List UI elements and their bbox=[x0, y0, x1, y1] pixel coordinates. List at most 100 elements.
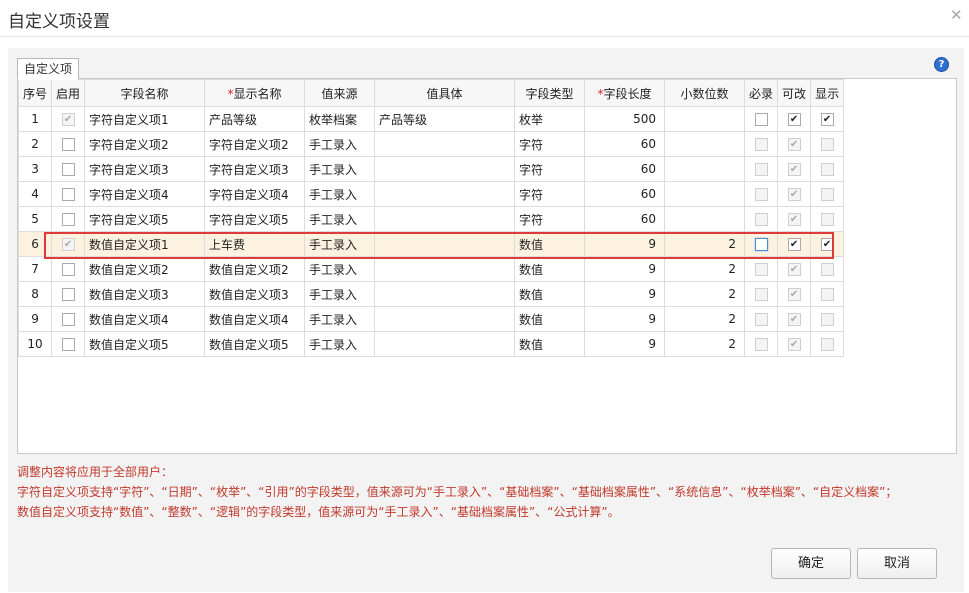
enabled-checkbox[interactable] bbox=[61, 313, 75, 326]
visible-checkbox[interactable] bbox=[820, 113, 834, 126]
visible-checkbox bbox=[820, 338, 834, 351]
visible-cell bbox=[810, 131, 845, 157]
editable-checkbox[interactable] bbox=[787, 238, 801, 251]
required-cell bbox=[744, 306, 779, 332]
cell-field-type: 数值 bbox=[514, 306, 586, 332]
required-cell bbox=[744, 281, 779, 307]
cell-seq: 3 bbox=[17, 156, 53, 182]
cell-value-detail bbox=[374, 281, 516, 307]
required-checkbox[interactable] bbox=[754, 113, 768, 126]
enabled-cell bbox=[51, 181, 86, 207]
cell-display-name: 数值自定义项5 bbox=[204, 331, 306, 357]
table-row[interactable]: 9 数值自定义项4 数值自定义项4 手工录入 数值 9 2 bbox=[17, 306, 845, 332]
table-row[interactable]: 4 字符自定义项4 字符自定义项4 手工录入 字符 60 bbox=[17, 181, 845, 207]
cell-value-detail bbox=[374, 131, 516, 157]
required-checkbox bbox=[754, 338, 768, 351]
cell-value-source: 手工录入 bbox=[304, 131, 376, 157]
cell-seq: 10 bbox=[17, 331, 53, 357]
cell-field-type: 数值 bbox=[514, 256, 586, 282]
cell-field-length: 60 bbox=[584, 206, 666, 232]
enabled-checkbox[interactable] bbox=[61, 288, 75, 301]
visible-cell bbox=[810, 206, 845, 232]
table-row[interactable]: 3 字符自定义项3 字符自定义项3 手工录入 字符 60 bbox=[17, 156, 845, 182]
note-line: 字符自定义项支持“字符”、“日期”、“枚举”、“引用”的字段类型，值来源可为“手… bbox=[17, 485, 898, 499]
table-row[interactable]: 2 字符自定义项2 字符自定义项2 手工录入 字符 60 bbox=[17, 131, 845, 157]
editable-cell bbox=[777, 331, 812, 357]
cell-field-type: 数值 bbox=[514, 231, 586, 257]
cell-display-name: 字符自定义项2 bbox=[204, 131, 306, 157]
cell-field-length: 9 bbox=[584, 281, 666, 307]
cell-field-length: 60 bbox=[584, 131, 666, 157]
cell-field-name: 数值自定义项2 bbox=[84, 256, 206, 282]
editable-checkbox[interactable] bbox=[787, 113, 801, 126]
editable-cell bbox=[777, 206, 812, 232]
visible-checkbox bbox=[820, 288, 834, 301]
required-cell bbox=[744, 256, 779, 282]
dialog-titlebar: 自定义项设置 ✕ bbox=[0, 0, 969, 37]
editable-checkbox bbox=[787, 338, 801, 351]
enabled-checkbox[interactable] bbox=[61, 138, 75, 151]
enabled-checkbox[interactable] bbox=[61, 338, 75, 351]
cell-value-detail bbox=[374, 256, 516, 282]
editable-checkbox bbox=[787, 288, 801, 301]
visible-cell bbox=[810, 306, 845, 332]
table-row[interactable]: 6 数值自定义项1上车费手工录入 数值92 bbox=[17, 231, 845, 257]
note-line: 数值自定义项支持“数值”、“整数”、“逻辑”的字段类型，值来源可为“手工录入”、… bbox=[17, 505, 620, 519]
enabled-checkbox bbox=[61, 238, 75, 251]
visible-checkbox[interactable] bbox=[820, 238, 834, 251]
cell-value-source: 手工录入 bbox=[304, 331, 376, 357]
enabled-checkbox[interactable] bbox=[61, 213, 75, 226]
editable-checkbox bbox=[787, 313, 801, 326]
col-header-editable: 可改 bbox=[777, 79, 812, 107]
enabled-cell bbox=[51, 306, 86, 332]
cell-decimals: 2 bbox=[664, 256, 746, 282]
cell-value-detail bbox=[374, 181, 516, 207]
enabled-cell bbox=[51, 331, 86, 357]
enabled-checkbox[interactable] bbox=[61, 263, 75, 276]
enabled-cell bbox=[51, 256, 86, 282]
enabled-checkbox[interactable] bbox=[61, 163, 75, 176]
required-checkbox bbox=[754, 163, 768, 176]
col-header-decimals: 小数位数 bbox=[664, 79, 746, 107]
col-header-display-name-label: 显示名称 bbox=[233, 86, 282, 101]
cell-field-length: 9 bbox=[584, 331, 666, 357]
col-header-field-length-label: 字段长度 bbox=[603, 86, 652, 101]
help-icon[interactable]: ? bbox=[934, 57, 949, 72]
table-row[interactable]: 1字符自定义项1产品等级枚举档案产品等级枚举500 bbox=[17, 106, 845, 132]
table-row[interactable]: 7 数值自定义项2 数值自定义项2 手工录入 数值 9 2 bbox=[17, 256, 845, 282]
required-cell bbox=[744, 181, 779, 207]
required-cell bbox=[744, 156, 779, 182]
table-row[interactable]: 10 数值自定义项5 数值自定义项5 手工录入 数值 9 2 bbox=[17, 331, 845, 357]
cell-field-type: 字符 bbox=[514, 206, 586, 232]
editable-cell bbox=[777, 131, 812, 157]
cell-seq: 1 bbox=[17, 106, 53, 132]
cell-display-name: 字符自定义项4 bbox=[204, 181, 306, 207]
enabled-checkbox bbox=[61, 113, 75, 126]
tab-custom-items[interactable]: 自定义项 bbox=[17, 58, 80, 80]
ok-button[interactable]: 确定 bbox=[771, 548, 851, 579]
cell-decimals: 2 bbox=[664, 331, 746, 357]
cell-decimals: 2 bbox=[664, 231, 746, 257]
col-header-visible: 显示 bbox=[810, 79, 845, 107]
editable-checkbox bbox=[787, 138, 801, 151]
cell-field-name: 字符自定义项2 bbox=[84, 131, 206, 157]
required-checkbox[interactable] bbox=[754, 238, 768, 251]
cell-field-type: 枚举 bbox=[514, 106, 586, 132]
editable-cell bbox=[777, 156, 812, 182]
editable-checkbox bbox=[787, 188, 801, 201]
cancel-button[interactable]: 取消 bbox=[857, 548, 937, 579]
cell-value-source: 手工录入 bbox=[304, 231, 376, 257]
cell-value-detail bbox=[374, 206, 516, 232]
visible-cell bbox=[810, 106, 845, 132]
table-row[interactable]: 8 数值自定义项3 数值自定义项3 手工录入 数值 9 2 bbox=[17, 281, 845, 307]
close-icon[interactable]: ✕ bbox=[950, 6, 963, 24]
cell-value-detail bbox=[374, 306, 516, 332]
enabled-checkbox[interactable] bbox=[61, 188, 75, 201]
cell-seq: 7 bbox=[17, 256, 53, 282]
notes: 调整内容将应用于全部用户： 字符自定义项支持“字符”、“日期”、“枚举”、“引用… bbox=[17, 462, 957, 522]
cell-seq: 4 bbox=[17, 181, 53, 207]
visible-checkbox bbox=[820, 313, 834, 326]
enabled-cell bbox=[51, 281, 86, 307]
cell-value-source: 手工录入 bbox=[304, 306, 376, 332]
table-row[interactable]: 5 字符自定义项5 字符自定义项5 手工录入 字符 60 bbox=[17, 206, 845, 232]
